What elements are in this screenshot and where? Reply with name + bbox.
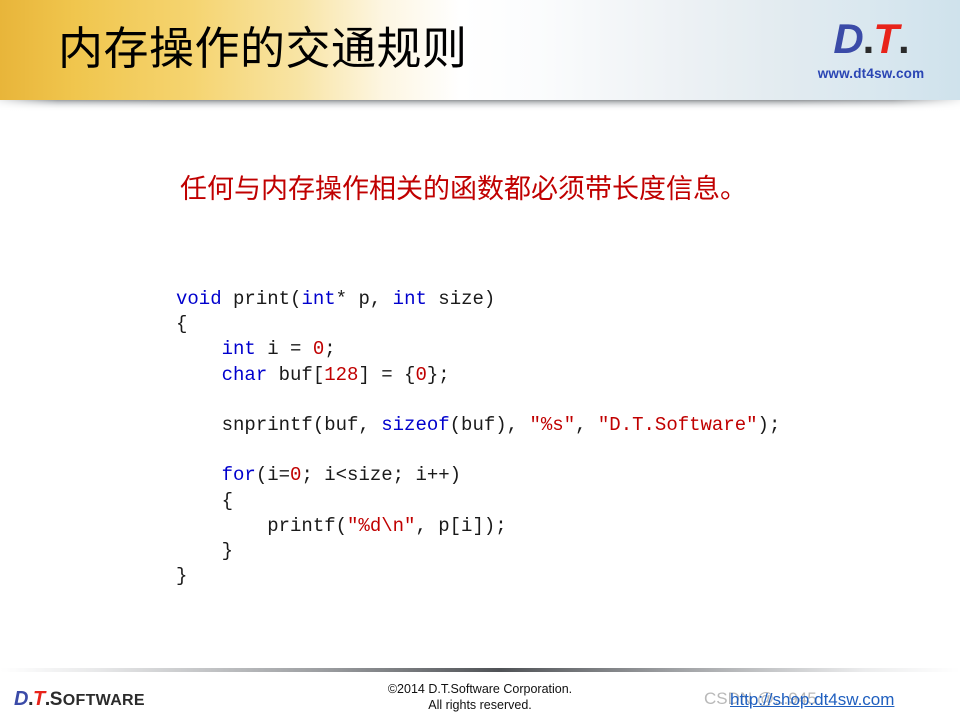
code-token: snprintf(buf, [176,414,382,437]
key-statement-text: 任何与内存操作相关的函数都必须带长度信息。 [180,174,747,204]
code-token: int [301,288,336,310]
code-token: sizeof [381,414,450,437]
logo-dot-first: . [862,15,875,62]
code-line: char buf[128] = {0}; [176,363,780,388]
code-token: "%s" [529,414,576,437]
code-token: } [176,540,234,563]
header-logo-wordmark: D.T. [798,12,944,66]
code-token: printf( [176,514,348,537]
code-token: size) [426,288,496,310]
shop-site-link[interactable]: http://shop.dt4sw.com [730,689,894,711]
code-token: 0 [415,363,427,386]
code-token: 128 [324,363,359,386]
code-token: }; [426,363,450,386]
code-token: * p, [335,288,393,310]
code-token: buf[ [267,363,325,386]
code-line: int i = 0; [176,337,780,362]
code-token: void [176,288,222,310]
code-token: 0 [290,464,302,487]
code-token: (buf), [449,414,530,437]
code-token: ; i<size; i++) [301,464,462,487]
footer-link-area: CSDN @...945 http://shop.dt4sw.com [700,686,960,716]
code-token: i = [255,338,313,361]
code-line: } [176,539,780,564]
code-token: char [221,363,268,386]
code-line: printf("%d\n", p[i]); [176,514,780,539]
code-token: print( [221,288,302,310]
code-line: { [176,489,780,514]
code-token: int [392,288,427,310]
page-title: 内存操作的交通规则 [58,23,468,74]
code-token: "D.T.Software" [597,414,758,437]
code-line: snprintf(buf, sizeof(buf), "%s", "D.T.So… [176,413,781,438]
code-token: , p[i]); [415,514,507,537]
code-token: (i= [255,464,291,487]
header-drop-shadow-fade [0,100,960,111]
code-sample: void print(int* p, int size){ int i = 0;… [176,287,780,589]
code-token: { [176,313,188,336]
logo-letter-d: D [833,15,863,62]
code-token: { [176,489,234,512]
code-token: ; [324,338,336,361]
code-token: , [575,414,598,437]
code-token: "%d\n" [347,514,416,537]
code-token: ); [757,414,781,437]
code-token: 0 [312,338,325,361]
code-token: ] = { [358,363,416,386]
header-logo-url: www.dt4sw.com [817,66,925,81]
logo-letter-t: T [873,15,899,62]
code-token: } [176,565,188,588]
code-token: int [221,338,256,361]
code-line: for(i=0; i<size; i++) [176,463,780,488]
code-token: for [221,464,256,487]
logo-dot-second: . [898,15,910,62]
header-logo: D.T. www.dt4sw.com [798,12,944,94]
code-line: void print(int* p, int size) [176,287,780,312]
code-line: } [176,564,780,589]
footer-divider [0,668,960,672]
code-line: { [176,312,780,337]
